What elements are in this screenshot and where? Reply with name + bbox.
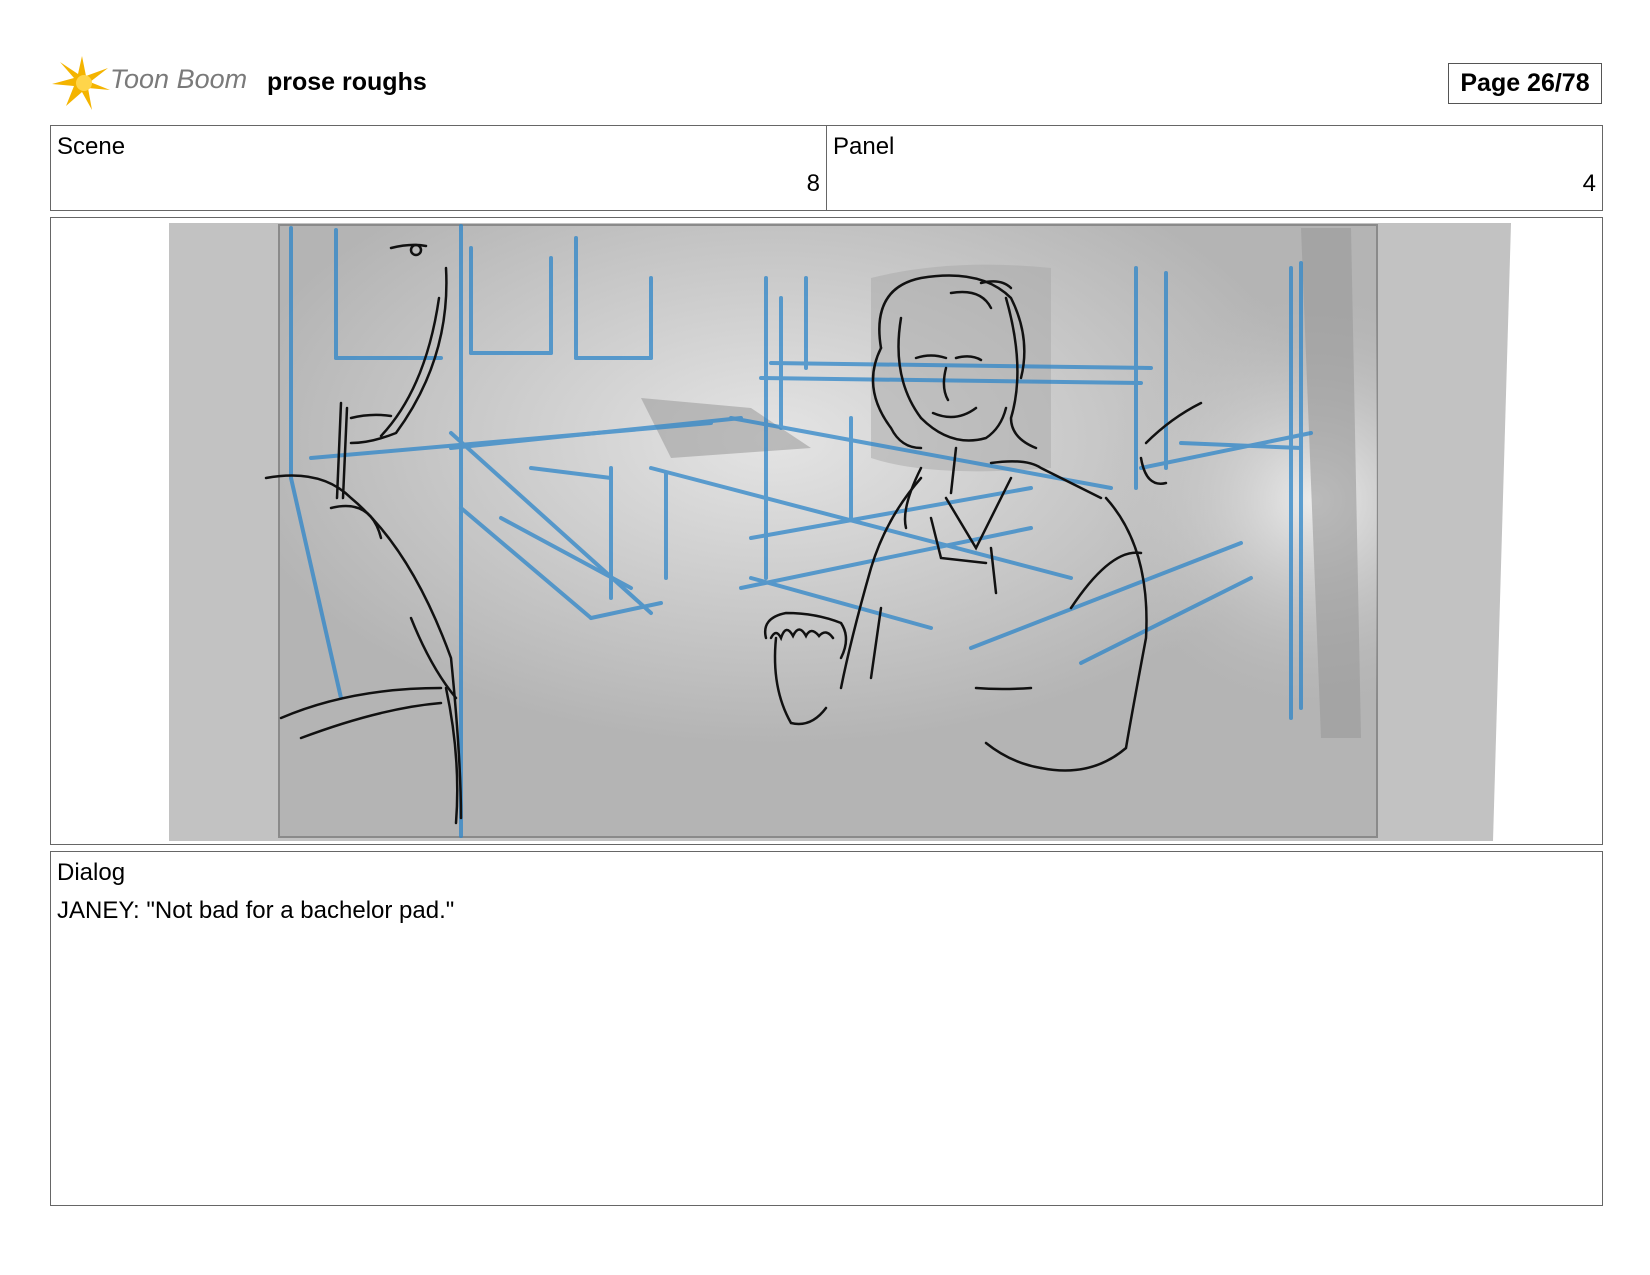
- dialog-label: Dialog: [57, 859, 126, 886]
- dialog-box: Dialog JANEY: "Not bad for a bachelor pa…: [50, 851, 1603, 1206]
- rough-sketch: [169, 223, 1511, 841]
- panel-cell: Panel 4: [826, 126, 1602, 210]
- panel-value: 4: [1582, 170, 1596, 197]
- scene-label: Scene: [57, 133, 126, 160]
- light-area: [751, 225, 1377, 837]
- storyboard-panel-image: [50, 217, 1603, 845]
- page-number: Page 26/78: [1448, 63, 1602, 104]
- toon-boom-logo: Toon Boom: [52, 56, 247, 110]
- document-title: prose roughs: [267, 68, 427, 96]
- scene-panel-row: Scene 8 Panel 4: [50, 125, 1603, 211]
- scene-value: 8: [806, 170, 820, 197]
- logo-text: Toon Boom: [110, 64, 248, 94]
- logo-star-icon: [52, 56, 110, 110]
- dialog-text: JANEY: "Not bad for a bachelor pad.": [57, 897, 455, 924]
- panel-label: Panel: [833, 133, 895, 160]
- scene-cell: Scene 8: [51, 126, 826, 210]
